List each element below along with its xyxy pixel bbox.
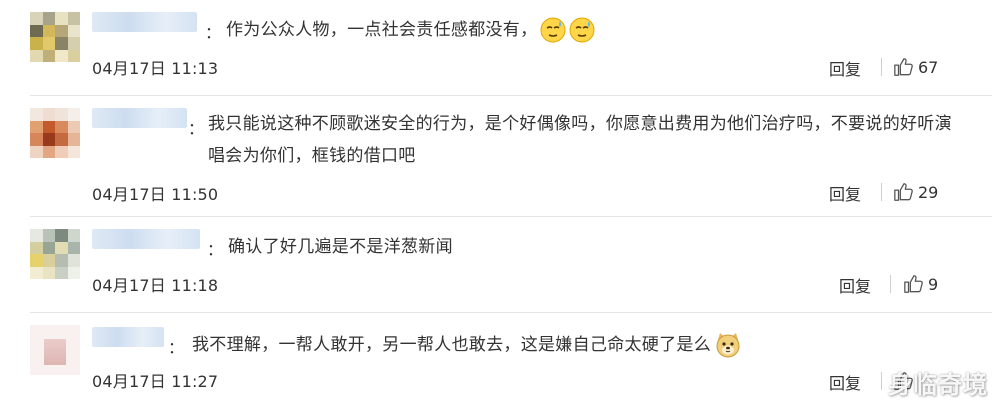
comment-time: 04月17日 11:27 (92, 372, 219, 391)
reply-button[interactable]: 回复 (829, 370, 861, 394)
like-count: 9 (928, 274, 939, 294)
username-blurred[interactable] (92, 327, 164, 347)
comment-item-3: ： 确认了好几遍是不是洋葱新闻 04月17日 11:18 回复 9 (0, 217, 992, 312)
colon: ： (205, 23, 222, 42)
watermark: 身临奇境 (888, 371, 988, 399)
like-count: 29 (918, 182, 939, 202)
sweat-smile-emoji (569, 17, 595, 43)
like-button[interactable]: 29 (893, 181, 938, 203)
comment-text: 我只能说这种不顾歌迷安全的行为，是个好偶像吗，你愿意出费用为他们治疗吗，不要说的… (208, 114, 952, 166)
thumbs-up-icon (894, 183, 913, 201)
reply-button[interactable]: 回复 (839, 273, 871, 297)
reply-button[interactable]: 回复 (829, 56, 861, 80)
comment-time: 04月17日 11:13 (92, 59, 219, 78)
avatar-figure (44, 339, 66, 365)
separator (881, 372, 882, 390)
comment-item-1: ： 作为公众人物，一点社会责任感都没有， 04月17日 11:13 回复 67 (0, 0, 992, 95)
comment-text: 确认了好几遍是不是洋葱新闻 (228, 237, 453, 257)
avatar[interactable] (30, 12, 80, 62)
thumbs-up-icon (894, 58, 913, 76)
username-blurred[interactable] (92, 229, 200, 249)
separator (890, 275, 891, 293)
comment-time: 04月17日 11:18 (92, 276, 219, 295)
avatar[interactable] (30, 325, 80, 375)
avatar[interactable] (30, 108, 80, 158)
doge-emoji (716, 333, 740, 358)
username-blurred[interactable] (92, 12, 197, 32)
comment-text: 我不理解，一帮人敢开，另一帮人也敢去，这是嫌自己命太硬了是么 (192, 327, 742, 363)
username-blurred[interactable] (92, 108, 187, 128)
reply-button[interactable]: 回复 (829, 181, 861, 205)
colon: ： (188, 119, 205, 138)
colon: ： (168, 338, 185, 357)
like-button[interactable]: 67 (893, 56, 938, 78)
colon: ： (207, 240, 224, 259)
avatar[interactable] (30, 229, 80, 279)
comment-text: 作为公众人物，一点社会责任感都没有， (226, 12, 595, 48)
comment-item-2: ： 我只能说这种不顾歌迷安全的行为，是个好偶像吗，你愿意出费用为他们治疗吗，不要… (0, 96, 992, 216)
comment-item-4: ： 我不理解，一帮人敢开，另一帮人也敢去，这是嫌自己命太硬了是么 04月17日 … (0, 313, 992, 406)
comment-time: 04月17日 11:50 (92, 185, 219, 204)
separator (881, 58, 882, 76)
like-count: 67 (918, 57, 939, 77)
like-button[interactable]: 9 (903, 273, 938, 295)
separator (881, 183, 882, 201)
sweat-smile-emoji (540, 17, 566, 43)
thumbs-up-icon (904, 275, 923, 293)
